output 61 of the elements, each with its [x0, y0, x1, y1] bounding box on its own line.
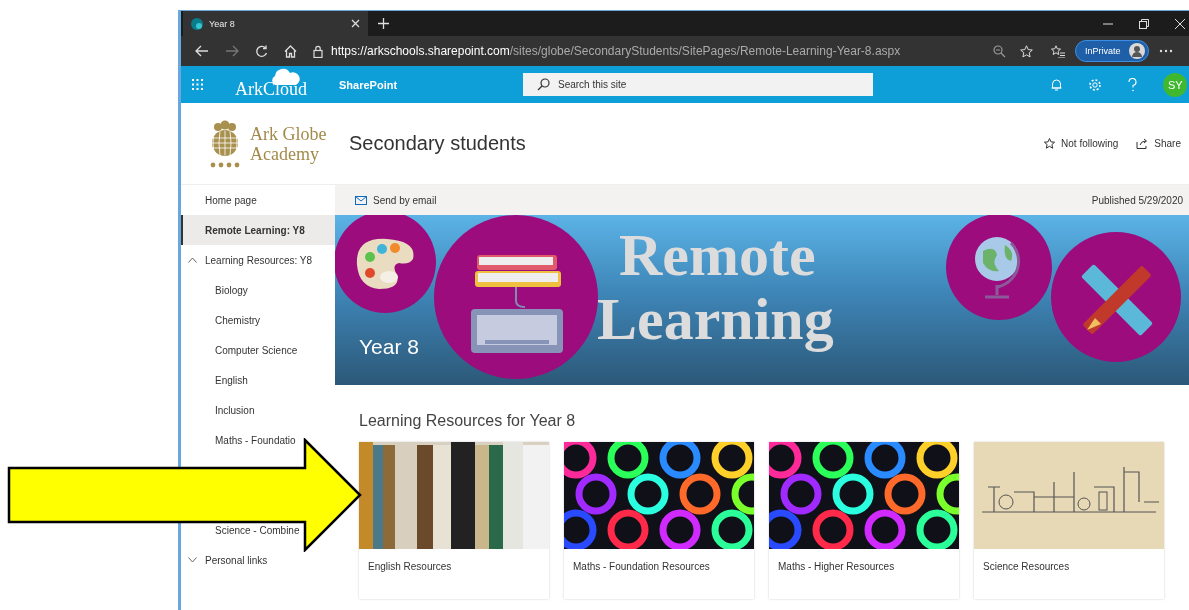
settings-icon[interactable] — [1088, 77, 1102, 92]
card-title: English Resources — [367, 560, 453, 574]
section-title: Learning Resources for Year 8 — [359, 412, 577, 430]
close-icon[interactable] — [351, 19, 360, 28]
inprivate-button[interactable]: InPrivate — [1075, 40, 1149, 62]
sharepoint-icon — [191, 17, 203, 30]
nav-link[interactable]: Personal links — [205, 554, 268, 566]
resource-card[interactable]: Maths - Higher Resources — [769, 442, 959, 599]
pencil-and-ruler-icon — [1051, 232, 1181, 362]
close-icon[interactable] — [1175, 18, 1185, 29]
nav-link[interactable]: Maths - Foundatio — [215, 434, 296, 446]
resource-card[interactable]: Science Resources — [974, 442, 1164, 599]
site-title: Secondary students — [349, 132, 526, 155]
app-launcher-icon[interactable] — [192, 79, 203, 90]
bell-icon[interactable] — [1051, 78, 1062, 91]
nav-link[interactable]: Home page — [205, 194, 257, 206]
nav-link[interactable]: Computer Science — [215, 344, 298, 356]
resource-card[interactable]: English Resources — [359, 442, 549, 599]
page-title: Year 8 — [359, 335, 419, 359]
resource-card[interactable]: Maths - Foundation Resources — [564, 442, 754, 599]
help-icon[interactable] — [1128, 77, 1137, 92]
browser-tab[interactable]: Year 8 — [183, 11, 368, 36]
published-date: Published 5/29/2020 — [1091, 194, 1183, 206]
banner-heading: Learning — [597, 287, 834, 351]
nav-link[interactable]: Learning Resources: Y8 — [205, 254, 313, 266]
nav-link[interactable]: English — [215, 374, 248, 386]
globe-icon — [946, 215, 1052, 320]
address-field[interactable]: https://arkschools.sharepoint.com/sites/globe/SecondaryStudents/SitePages/Remote-Learning-Year-8.aspx — [313, 39, 1033, 63]
star-icon — [1044, 138, 1056, 149]
tab-title: Year 8 — [209, 18, 236, 29]
url-text: https://arkschools.sharepoint.com/sites/globe/SecondaryStudents/SitePages/Remote-Learning-Year-8.aspx — [331, 44, 902, 58]
favorites-icon[interactable] — [1051, 44, 1065, 58]
restore-icon[interactable] — [1139, 18, 1149, 29]
share-button[interactable]: Share — [1134, 136, 1183, 151]
banner-heading: Remote — [619, 223, 816, 287]
refresh-icon[interactable] — [255, 44, 268, 58]
forward-icon[interactable] — [225, 45, 239, 57]
search-icon — [537, 78, 550, 91]
nav-link[interactable]: Remote Learning: Y8 — [205, 224, 305, 236]
new-tab-icon[interactable] — [378, 18, 389, 29]
back-icon[interactable] — [195, 45, 209, 57]
nav-link[interactable]: Biology — [215, 284, 248, 296]
more-icon[interactable] — [1158, 49, 1173, 53]
nav-link[interactable]: Science - Combine — [215, 524, 300, 536]
card-title: Maths - Foundation Resources — [572, 560, 711, 574]
nav-link[interactable]: Chemistry — [215, 314, 260, 326]
share-icon — [1136, 138, 1149, 149]
zoom-icon[interactable] — [993, 44, 1006, 58]
card-title: Maths - Higher Resources — [777, 560, 896, 574]
lock-icon — [313, 44, 323, 58]
profile-avatar-icon — [1128, 43, 1145, 59]
card-title: Science Resources — [982, 560, 1071, 574]
send-by-email-button[interactable]: Send by email — [353, 192, 439, 208]
follow-button[interactable]: Not following — [1042, 136, 1121, 151]
nav-link[interactable]: Inclusion — [215, 404, 255, 416]
chevron-down-icon[interactable] — [188, 557, 197, 563]
star-icon[interactable] — [1020, 44, 1033, 58]
home-icon[interactable] — [284, 44, 297, 58]
search-field[interactable]: Search this site — [523, 73, 873, 96]
mail-icon — [355, 195, 367, 205]
chevron-up-icon[interactable] — [188, 257, 197, 263]
